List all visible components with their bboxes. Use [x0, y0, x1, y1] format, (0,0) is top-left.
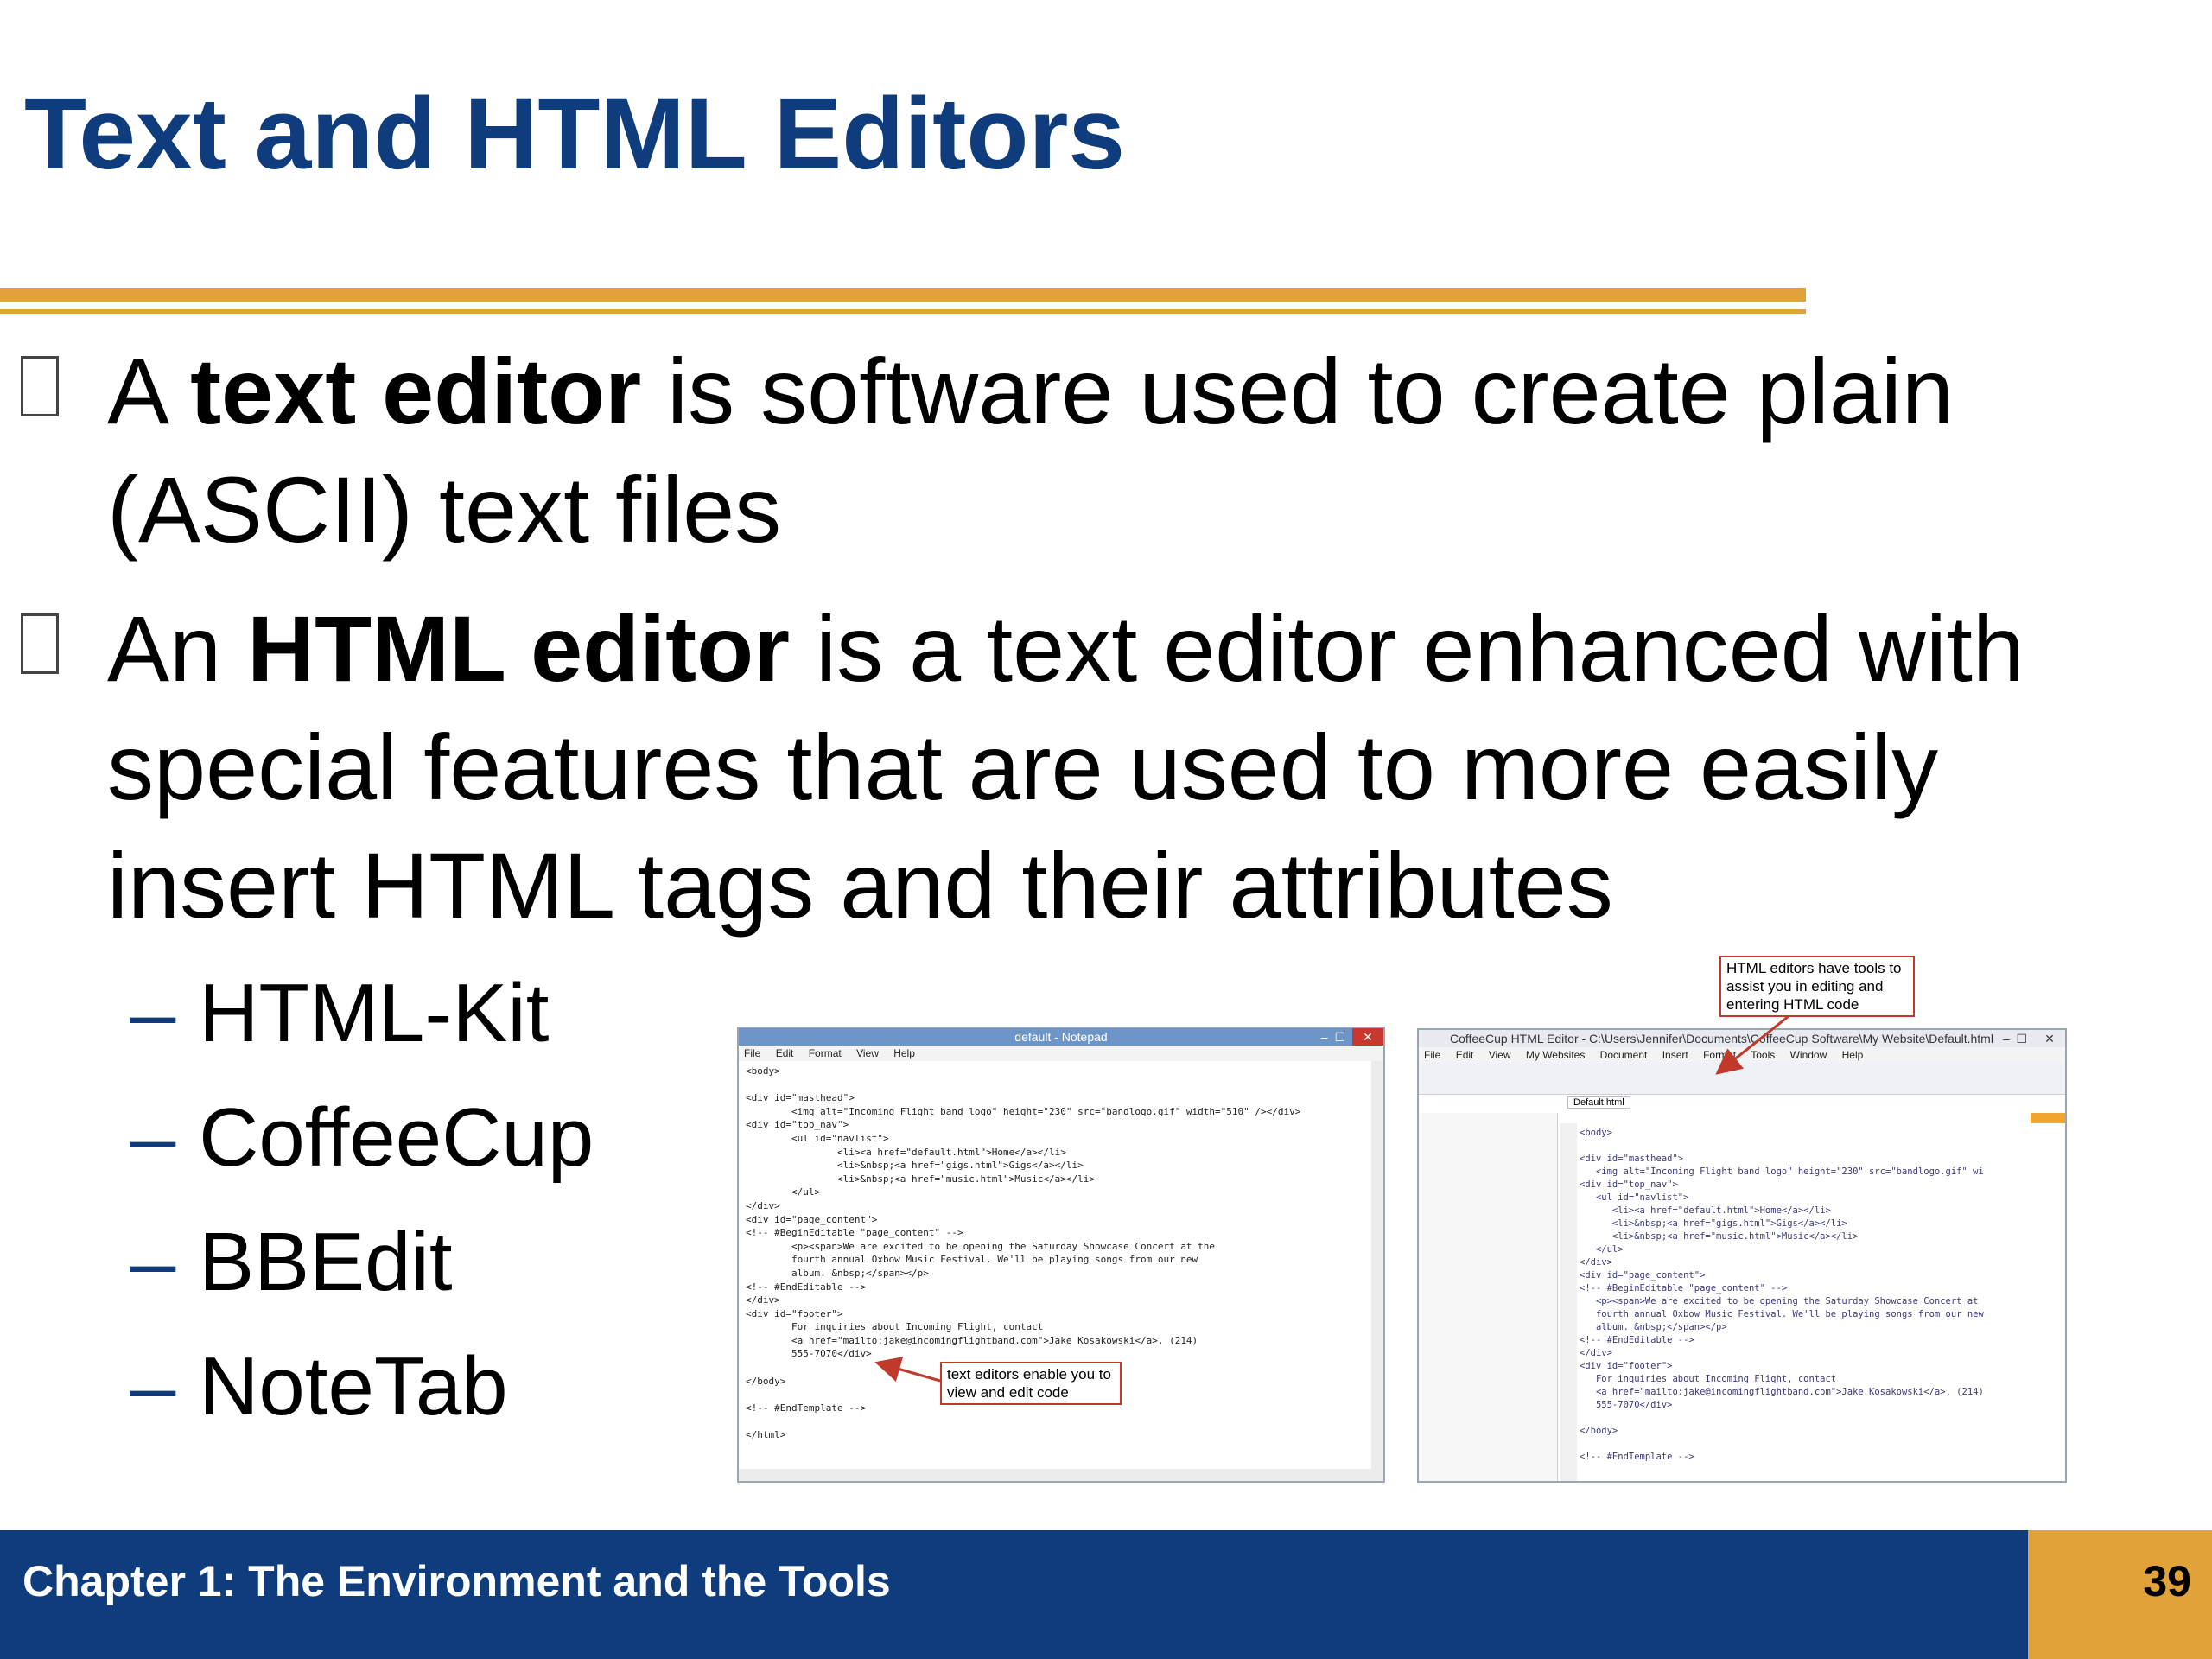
menu-help: Help [893, 1047, 915, 1059]
dash-marker: – [130, 1216, 176, 1308]
menu-my-websites: My Websites [1525, 1049, 1586, 1061]
title-divider-thin [0, 309, 1806, 314]
notepad-titlebar: default - Notepad – ☐ ✕ [739, 1028, 1383, 1046]
menu-file: File [1424, 1049, 1441, 1061]
notepad-callout: text editors enable you to view and edit… [940, 1362, 1122, 1405]
menu-help: Help [1841, 1049, 1864, 1061]
sub-item-coffeecup: – CoffeeCup [130, 1090, 594, 1185]
files-side-panel [1419, 1113, 1558, 1481]
menu-format: Format [808, 1047, 842, 1059]
dash-marker: – [130, 1091, 176, 1184]
notepad-menubar: File Edit Format View Help [739, 1046, 1383, 1061]
document-tab: Default.html [1567, 1096, 1630, 1109]
title-divider [0, 288, 1806, 302]
slide-footer: Chapter 1: The Environment and the Tools… [0, 1530, 2212, 1659]
coffeecup-screenshot: CoffeeCup HTML Editor - C:\Users\Jennife… [1417, 1028, 2067, 1483]
sub-item-label: NoteTab [199, 1340, 508, 1433]
coffeecup-menubar: File Edit View My Websites Document Inse… [1419, 1047, 2065, 1063]
chapter-title: Chapter 1: The Environment and the Tools [22, 1557, 891, 1605]
slide-title: Text and HTML Editors [24, 77, 1126, 191]
menu-format: Format [1703, 1049, 1737, 1061]
horizontal-scrollbar [739, 1469, 1383, 1481]
close-icon: ✕ [1352, 1028, 1383, 1046]
sub-item-label: HTML-Kit [199, 967, 550, 1059]
menu-tools: Tools [1751, 1049, 1776, 1061]
bullet-prefix: A [107, 339, 191, 443]
coffeecup-toolbar [1419, 1063, 2065, 1095]
menu-document: Document [1599, 1049, 1648, 1061]
coffeecup-tabbar: Default.html [1419, 1095, 2065, 1112]
sub-item-notetab: – NoteTab [130, 1339, 508, 1434]
notepad-screenshot: default - Notepad – ☐ ✕ File Edit Format… [737, 1027, 1385, 1483]
window-controls-icon: – ☐ [1320, 1030, 1345, 1044]
bullet-term: text editor [190, 339, 642, 443]
bullet-marker-icon [21, 356, 59, 416]
bullet-text-editor: A text editor is software used to create… [21, 332, 2181, 569]
page-number: 39 [2143, 1557, 2191, 1605]
coffeecup-code: <body> <div id="masthead"> <img alt="Inc… [1580, 1128, 1984, 1462]
sub-item-bbedit: – BBEdit [130, 1215, 453, 1310]
menu-insert: Insert [1662, 1049, 1688, 1061]
bullet-prefix: An [107, 596, 248, 701]
notepad-title: default - Notepad [1014, 1030, 1108, 1044]
menu-edit: Edit [775, 1047, 794, 1059]
dash-marker: – [130, 1340, 176, 1433]
bullet-html-editor: An HTML editor is a text editor enhanced… [21, 589, 2181, 944]
coffeecup-title: CoffeeCup HTML Editor - C:\Users\Jennife… [1450, 1032, 1993, 1046]
coffeecup-callout: HTML editors have tools to assist you in… [1719, 956, 1915, 1017]
sub-item-html-kit: – HTML-Kit [130, 966, 549, 1061]
bullet-term: HTML editor [247, 596, 791, 701]
close-icon: ✕ [2034, 1030, 2065, 1047]
sub-item-label: CoffeeCup [199, 1091, 594, 1184]
menu-view: View [1488, 1049, 1511, 1061]
vertical-scrollbar [1371, 1061, 1383, 1469]
page-number-box: 39 [2028, 1530, 2212, 1659]
sub-item-label: BBEdit [199, 1216, 453, 1308]
menu-edit: Edit [1455, 1049, 1474, 1061]
window-controls-icon: – ☐ [2002, 1032, 2027, 1046]
coffeecup-titlebar: CoffeeCup HTML Editor - C:\Users\Jennife… [1419, 1030, 2065, 1047]
menu-file: File [744, 1047, 761, 1059]
status-strip [2031, 1113, 2065, 1123]
menu-window: Window [1789, 1049, 1827, 1061]
menu-view: View [856, 1047, 879, 1059]
line-number-gutter [1560, 1123, 1577, 1481]
dash-marker: – [130, 967, 176, 1059]
bullet-marker-icon [21, 613, 59, 674]
